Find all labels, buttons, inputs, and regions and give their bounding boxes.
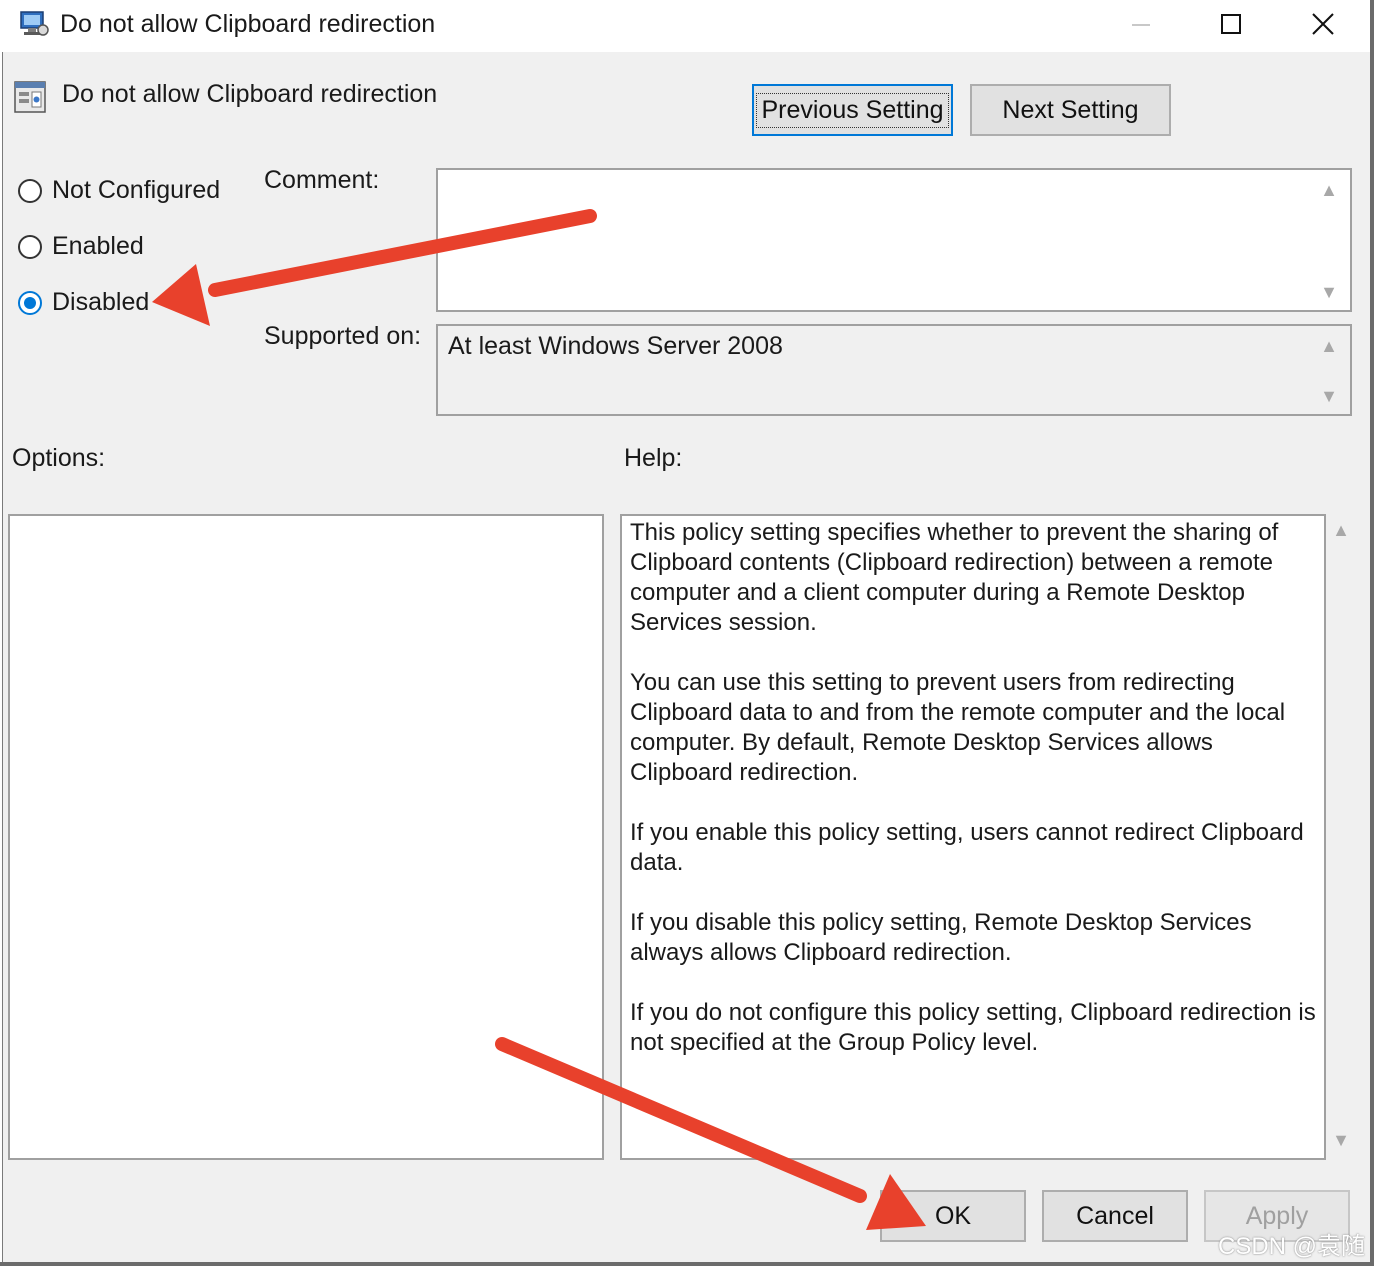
scroll-down-icon[interactable]: ▼	[1330, 1130, 1352, 1151]
supported-on-value: At least Windows Server 2008	[448, 332, 783, 360]
radio-label: Enabled	[52, 232, 144, 260]
help-paragraph: If you do not configure this policy sett…	[630, 999, 1316, 1056]
scroll-up-icon[interactable]: ▲	[1330, 520, 1352, 541]
window-title: Do not allow Clipboard redirection	[60, 10, 436, 38]
close-button[interactable]	[1278, 0, 1368, 48]
help-paragraph: If you disable this policy setting, Remo…	[630, 909, 1252, 966]
help-text: This policy setting specifies whether to…	[630, 518, 1320, 1088]
radio-circle[interactable]	[18, 178, 42, 203]
radio-label: Not Configured	[52, 176, 221, 204]
window-border	[1370, 0, 1374, 1266]
previous-setting-button[interactable]: Previous Setting	[752, 84, 953, 136]
options-panel	[8, 514, 604, 1160]
close-icon	[1312, 13, 1334, 35]
radio-enabled[interactable]: Enabled	[18, 232, 144, 261]
ok-button[interactable]: OK	[880, 1190, 1026, 1242]
radio-circle[interactable]	[18, 234, 42, 259]
scroll-down-icon[interactable]: ▼	[1318, 386, 1340, 407]
comment-textarea[interactable]: ▲ ▼	[436, 168, 1352, 312]
cancel-button[interactable]: Cancel	[1042, 1190, 1188, 1242]
watermark: CSDN @袁随	[1218, 1233, 1366, 1260]
supported-on-label: Supported on:	[264, 322, 422, 350]
radio-not-configured[interactable]: Not Configured	[18, 176, 220, 205]
previous-setting-label: Previous Setting	[756, 92, 949, 128]
scroll-up-icon[interactable]: ▲	[1318, 180, 1340, 201]
scroll-down-icon[interactable]: ▼	[1318, 282, 1340, 303]
help-paragraph: If you enable this policy setting, users…	[630, 819, 1304, 876]
radio-circle-selected[interactable]	[18, 290, 42, 315]
maximize-icon	[1221, 14, 1241, 34]
help-label: Help:	[624, 444, 683, 472]
minimize-button[interactable]	[1096, 0, 1186, 48]
policy-setting-icon	[14, 80, 46, 114]
policy-name: Do not allow Clipboard redirection	[62, 80, 438, 108]
radio-disabled[interactable]: Disabled	[18, 288, 149, 317]
minimize-icon	[1132, 24, 1150, 26]
help-paragraph: This policy setting specifies whether to…	[630, 519, 1279, 636]
help-paragraph: You can use this setting to prevent user…	[630, 669, 1286, 786]
comment-label: Comment:	[264, 166, 380, 194]
radio-label: Disabled	[52, 288, 150, 316]
window-border	[0, 1262, 1374, 1266]
group-policy-icon	[18, 8, 50, 40]
options-label: Options:	[12, 444, 106, 472]
maximize-button[interactable]	[1186, 0, 1276, 48]
scroll-up-icon[interactable]: ▲	[1318, 336, 1340, 357]
next-setting-button[interactable]: Next Setting	[970, 84, 1171, 136]
